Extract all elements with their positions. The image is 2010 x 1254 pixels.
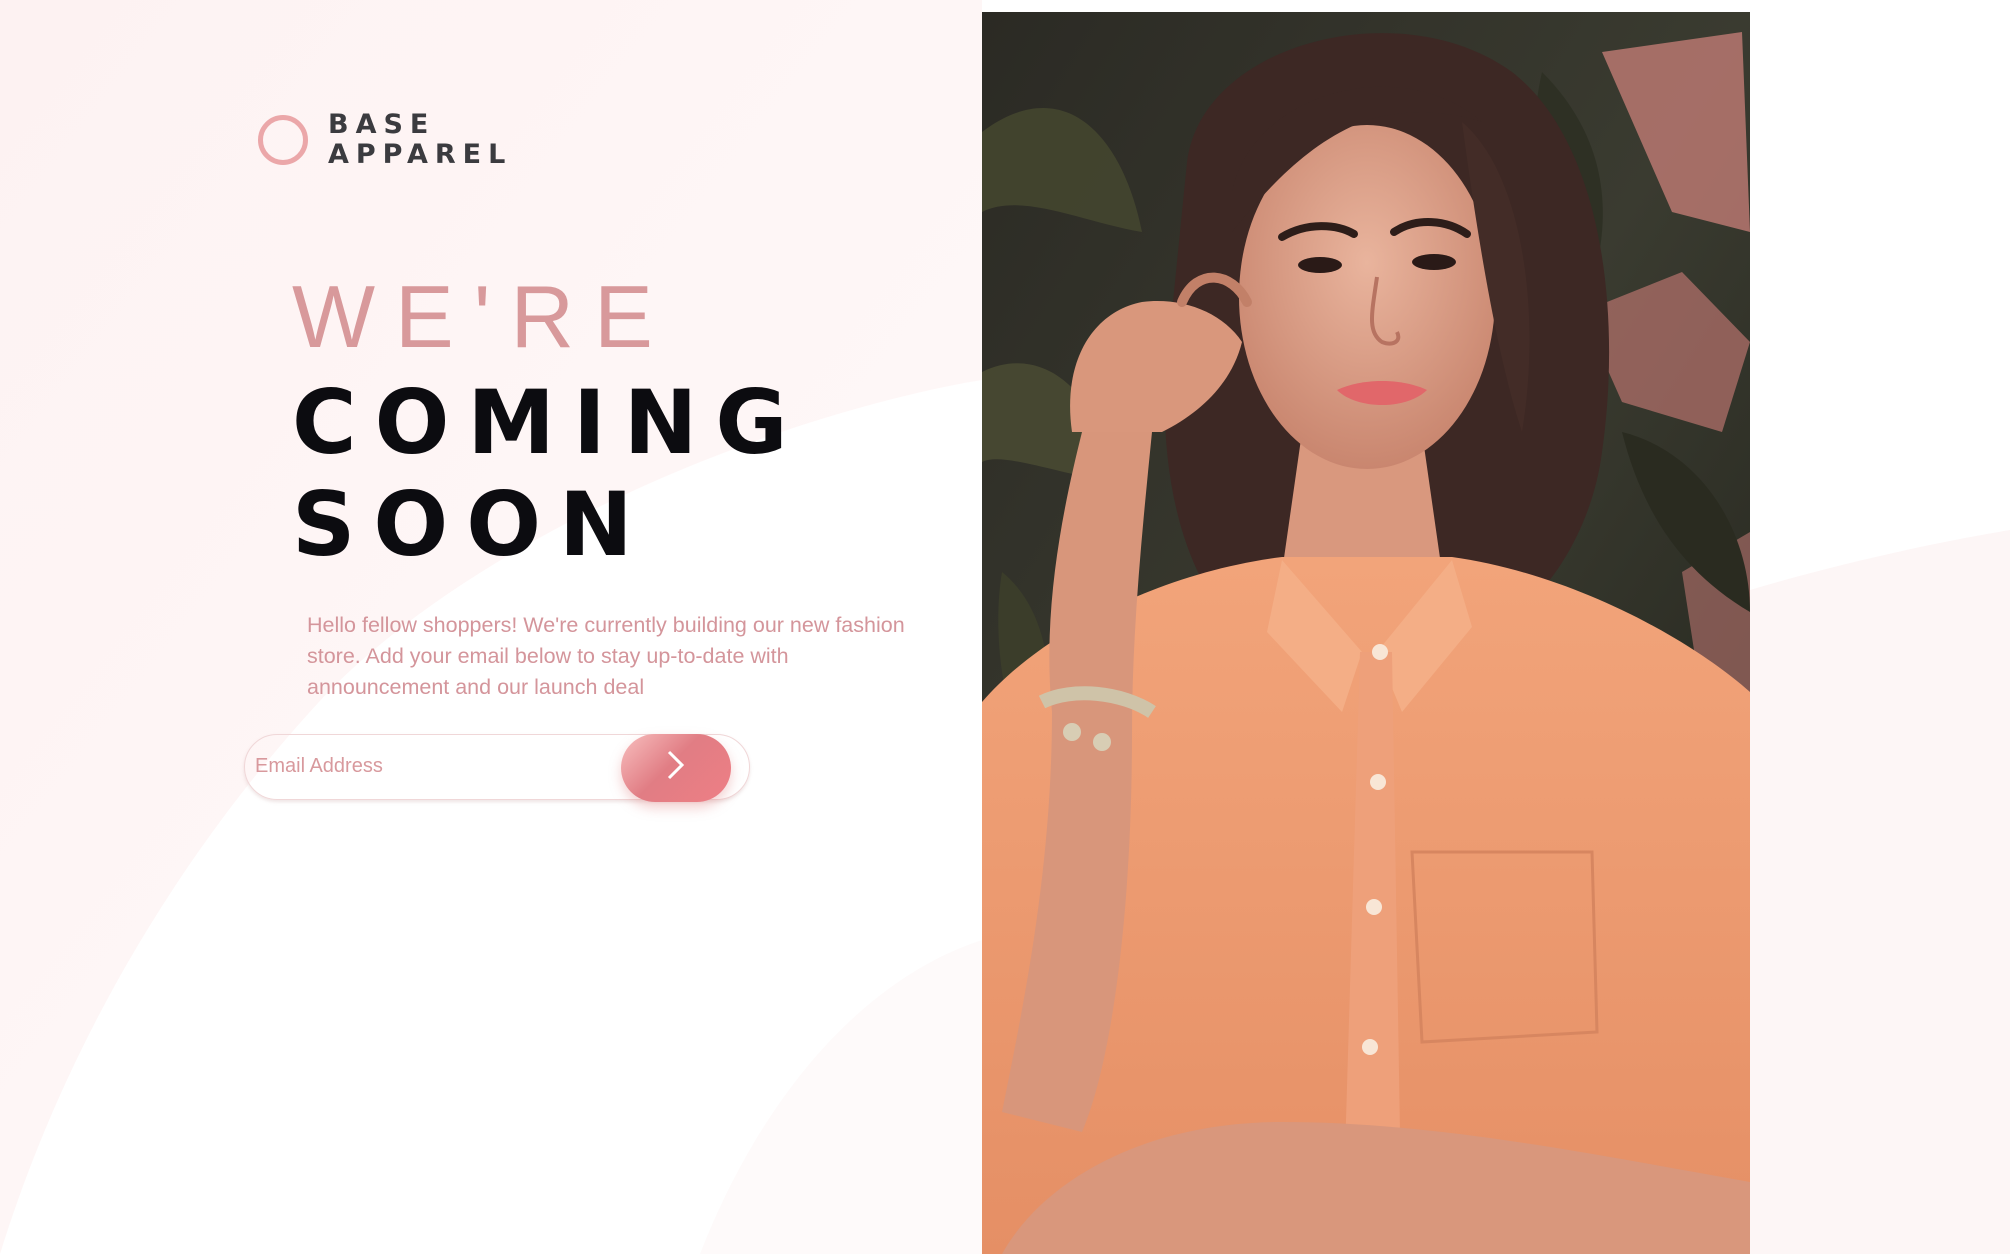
circle-logo-icon (258, 115, 308, 165)
headline-bold-line1: COMING (292, 371, 806, 474)
brand-name-line1: BASE (328, 109, 436, 140)
brand-logo[interactable]: BASE APPAREL (258, 110, 512, 170)
brand-name: BASE APPAREL (328, 110, 512, 170)
submit-button[interactable] (621, 734, 731, 802)
hero-image (982, 12, 1750, 1254)
page-headline: WE'RE COMING SOON (292, 262, 806, 576)
brand-name-line2: APPAREL (328, 139, 513, 170)
hero-photo-illustration (982, 12, 1750, 1254)
headline-light: WE'RE (292, 267, 673, 366)
headline-bold-line2: SOON (292, 473, 651, 576)
email-field[interactable] (255, 735, 555, 797)
chevron-right-icon (667, 750, 685, 780)
intro-description: Hello fellow shoppers! We're currently b… (307, 613, 905, 699)
email-signup-form (244, 734, 750, 802)
